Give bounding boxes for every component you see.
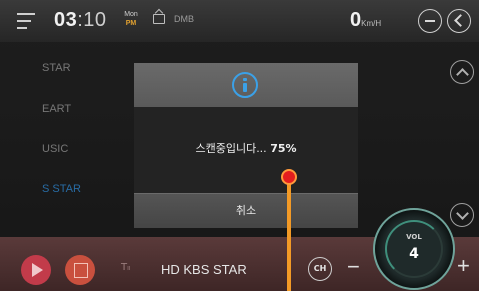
scan-message: 스캔중입니다... (195, 142, 267, 155)
back-icon[interactable] (447, 9, 471, 33)
status-bar: 03:10 Mon PM DMB 0Km/H (0, 0, 479, 42)
antenna-icon: Tₗₗ (121, 262, 131, 273)
ch-button[interactable]: CH (308, 257, 332, 281)
dialog-body: 스캔중입니다... 75% (134, 107, 358, 193)
speed-readout: 0Km/H (350, 9, 381, 32)
clock-minute: :10 (77, 9, 107, 31)
scan-progress: 75% (270, 142, 297, 155)
ampm-label: PM (125, 20, 137, 27)
scan-dialog: 스캔중입니다... 75% 취소 (134, 63, 358, 228)
play-icon[interactable] (21, 255, 51, 285)
volume-value: 4 (409, 246, 419, 262)
speed-value: 0 (350, 9, 362, 31)
cancel-button[interactable]: 취소 (134, 193, 358, 228)
menu-icon[interactable] (17, 13, 37, 29)
clock: 03:10 (54, 9, 107, 32)
dmb-screen: 03:10 Mon PM DMB 0Km/H STAR EART USIC S … (0, 0, 479, 291)
volume-down-button[interactable]: − (347, 254, 360, 280)
scan-status-text: 스캔중입니다... 75% (134, 140, 358, 156)
dialog-header (134, 63, 358, 107)
annotation-line (287, 183, 291, 291)
volume-knob[interactable]: VOL 4 (373, 208, 455, 290)
info-icon (232, 72, 258, 98)
volume-label: VOL (406, 233, 422, 241)
annotation-marker (281, 169, 297, 185)
speed-unit: Km/H (361, 19, 382, 28)
station-name: HD KBS STAR (161, 262, 247, 277)
clock-hour: 03 (54, 9, 78, 31)
minimize-icon[interactable] (418, 9, 442, 33)
day-label: Mon (124, 11, 138, 18)
source-label: DMB (174, 14, 194, 24)
day-indicator: Mon PM (121, 10, 141, 28)
volume-up-button[interactable]: + (457, 253, 470, 279)
grid-icon[interactable] (65, 255, 95, 285)
tv-icon (153, 14, 165, 24)
